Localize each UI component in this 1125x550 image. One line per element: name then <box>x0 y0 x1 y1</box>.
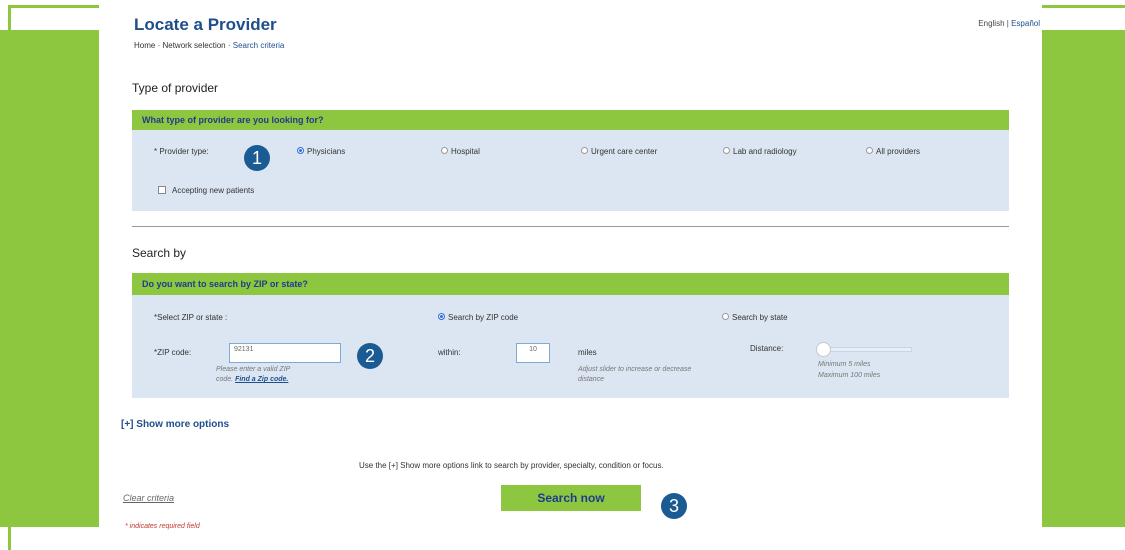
distance-slider-handle[interactable] <box>816 342 831 357</box>
zip-code-help: Please enter a valid ZIP code. Find a Zi… <box>216 365 306 385</box>
distance-min: Minimum 5 miles <box>818 361 871 368</box>
lang-english[interactable]: English <box>978 19 1004 28</box>
left-green-margin <box>0 30 99 527</box>
radio-lab-radiology[interactable]: Lab and radiology <box>723 147 797 156</box>
accepting-new-patients-checkbox[interactable] <box>158 185 166 194</box>
search-now-button[interactable]: Search now <box>501 485 641 511</box>
radio-all-providers-label: All providers <box>876 147 921 156</box>
show-more-hint: Use the [+] Show more options link to se… <box>359 461 664 470</box>
radio-search-by-zip[interactable]: Search by ZIP code <box>438 313 518 322</box>
breadcrumb: Home · Network selection · Search criter… <box>134 41 284 50</box>
provider-section-heading: Type of provider <box>132 81 219 95</box>
zip-code-label: *ZIP code: <box>154 348 192 357</box>
radio-search-by-zip-label: Search by ZIP code <box>448 313 519 322</box>
show-more-options-link[interactable]: [+] Show more options <box>121 419 229 430</box>
radio-search-by-state[interactable]: Search by state <box>722 313 788 322</box>
radio-urgent-care-label: Urgent care center <box>591 147 658 156</box>
radio-physicians-button[interactable] <box>297 147 304 155</box>
search-question-bar: Do you want to search by ZIP or state? <box>132 273 1009 295</box>
radio-lab-radiology-button[interactable] <box>723 147 730 155</box>
miles-help: Adjust slider to increase or decrease di… <box>578 366 692 383</box>
within-miles-input[interactable]: 10 <box>516 343 550 363</box>
radio-urgent-care-button[interactable] <box>581 147 588 155</box>
search-by-panel: Do you want to search by ZIP or state? *… <box>132 273 1009 398</box>
distance-label: Distance: <box>750 344 784 353</box>
accepting-new-patients[interactable]: Accepting new patients <box>158 185 255 195</box>
clear-criteria-link[interactable]: Clear criteria <box>123 493 174 503</box>
language-switcher: English | Español <box>978 19 1040 28</box>
accepting-new-patients-label: Accepting new patients <box>172 186 255 195</box>
find-zip-code-link[interactable]: Find a Zip code. <box>235 376 288 383</box>
provider-question-bar: What type of provider are you looking fo… <box>132 110 1009 130</box>
search-section-heading: Search by <box>132 246 187 260</box>
radio-lab-radiology-label: Lab and radiology <box>733 147 797 156</box>
callout-badge-3: 3 <box>661 493 687 519</box>
radio-search-by-zip-button[interactable] <box>438 313 445 321</box>
breadcrumb-separator: · <box>227 41 231 50</box>
section-divider <box>132 226 1009 227</box>
page-title: Locate a Provider <box>134 15 277 34</box>
breadcrumb-search-criteria: Search criteria <box>232 41 285 50</box>
radio-physicians[interactable]: Physicians <box>297 147 345 156</box>
required-field-note: * indicates required field <box>125 523 200 530</box>
zip-code-input[interactable]: 92131 <box>229 343 341 363</box>
callout-badge-2: 2 <box>357 343 383 369</box>
radio-hospital-button[interactable] <box>441 147 448 155</box>
select-zip-or-state-label: *Select ZIP or state : <box>154 313 228 322</box>
right-green-margin <box>1042 30 1125 527</box>
callout-badge-1: 1 <box>244 145 270 171</box>
distance-slider-track[interactable] <box>820 347 912 352</box>
lang-separator: | <box>1006 19 1009 28</box>
locate-provider-page: Locate a Provider Home · Network selecti… <box>99 0 1042 550</box>
breadcrumb-separator: · <box>157 41 161 50</box>
radio-physicians-label: Physicians <box>307 147 346 156</box>
breadcrumb-home[interactable]: Home <box>134 41 155 50</box>
breadcrumb-network-selection[interactable]: Network selection <box>162 41 225 50</box>
radio-hospital-label: Hospital <box>451 147 480 156</box>
radio-search-by-state-label: Search by state <box>732 313 788 322</box>
lang-spanish[interactable]: Español <box>1011 19 1040 28</box>
distance-max: Maximum 100 miles <box>818 372 881 379</box>
miles-label: miles <box>578 348 597 357</box>
radio-urgent-care[interactable]: Urgent care center <box>581 147 657 156</box>
within-label: within: <box>438 348 461 357</box>
radio-all-providers[interactable]: All providers <box>866 147 920 156</box>
radio-search-by-state-button[interactable] <box>722 313 729 321</box>
provider-type-label: * Provider type: <box>154 147 209 156</box>
radio-hospital[interactable]: Hospital <box>441 147 480 156</box>
radio-all-providers-button[interactable] <box>866 147 873 155</box>
